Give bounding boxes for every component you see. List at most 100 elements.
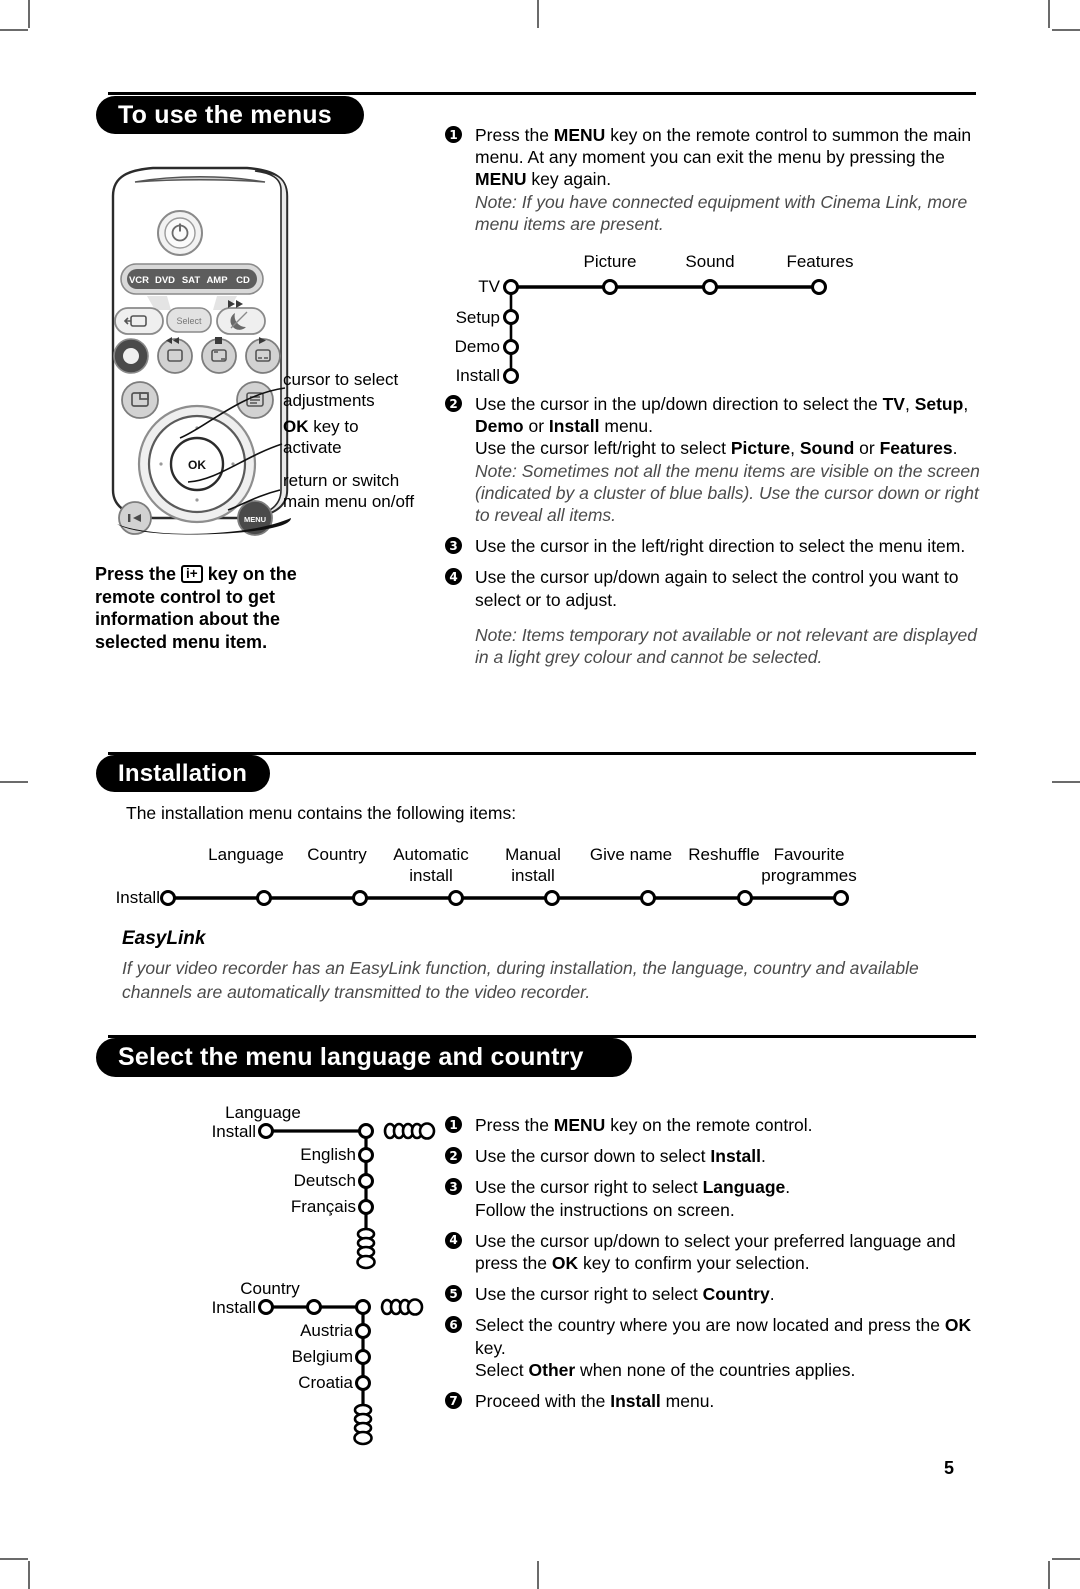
- install-item-2-l2: install: [409, 866, 452, 885]
- language-option-1: Deutsch: [294, 1171, 356, 1190]
- country-diagram: Country Install Austria Belgium Croatia: [98, 1272, 443, 1447]
- menu-step-1-text: Press the MENU key on the remote control…: [475, 125, 972, 190]
- language-step-3-number: 3: [445, 1178, 462, 1196]
- country-root-label: Install: [212, 1298, 256, 1317]
- diagram-label-demo: Demo: [455, 337, 500, 356]
- country-option-2: Croatia: [298, 1373, 353, 1392]
- section-header-menus-label: To use the menus: [118, 100, 332, 129]
- install-item-6-l2: programmes: [761, 866, 856, 885]
- install-item-1-l1: Country: [307, 845, 367, 864]
- menu-step-2-text: Use the cursor in the up/down direction …: [475, 394, 969, 459]
- easylink-text: If your video recorder has an EasyLink f…: [122, 958, 919, 1002]
- crop-mark-top-right-h: [1052, 29, 1080, 31]
- language-root-label: Install: [212, 1122, 256, 1141]
- menu-step-4-text: Use the cursor up/down again to select t…: [475, 567, 959, 610]
- crop-mark-top-left-v: [28, 0, 30, 28]
- callout-ok-line1: key to: [308, 417, 359, 436]
- language-branch-label: Language: [225, 1103, 301, 1122]
- language-step-7-text: Proceed with the Install menu.: [475, 1391, 715, 1412]
- language-step-2: 2 Use the cursor down to select Install.: [445, 1145, 985, 1167]
- install-root-label: Install: [116, 888, 160, 907]
- language-step-4-number: 4: [445, 1231, 462, 1249]
- language-step-1-text: Press the MENU key on the remote control…: [475, 1115, 813, 1135]
- menu-step-4: 4 Use the cursor up/down again to select…: [445, 566, 985, 668]
- easylink-heading: EasyLink: [122, 928, 206, 949]
- language-step-6-text: Select the country where you are now loc…: [475, 1315, 972, 1380]
- menu-step-3-text: Use the cursor in the left/right directi…: [475, 536, 966, 557]
- language-steps-list: 1 Press the MENU key on the remote contr…: [445, 1114, 985, 1412]
- crop-mark-bot-right-v: [1048, 1561, 1050, 1589]
- language-step-1-number: 1: [445, 1116, 462, 1133]
- diagram-label-install: Install: [456, 366, 500, 385]
- menu-step-1: 1 Press the MENU key on the remote contr…: [445, 124, 985, 235]
- install-item-2-l1: Automatic: [393, 845, 469, 864]
- language-step-5: 5 Use the cursor right to select Country…: [445, 1283, 985, 1305]
- install-item-3-l2: install: [511, 866, 554, 885]
- svg-text:DVD: DVD: [155, 275, 175, 286]
- menu-step-1-note: Note: If you have connected equipment wi…: [475, 191, 968, 234]
- language-diagram: Language Install English Deutsch Françai…: [98, 1096, 443, 1271]
- callout-menu-line1: return or switch: [283, 471, 400, 490]
- installation-diagram: Language Country Automatic install Manua…: [100, 836, 890, 916]
- country-branch-label: Country: [240, 1279, 300, 1298]
- menu-step-1-number: 1: [445, 126, 462, 143]
- svg-text:CD: CD: [236, 275, 250, 286]
- language-step-7-number: 7: [445, 1392, 462, 1410]
- menu-step-2: 2 Use the cursor in the up/down directio…: [445, 393, 985, 526]
- diagram-label-picture: Picture: [584, 252, 637, 271]
- diagram-label-setup: Setup: [456, 308, 500, 327]
- info-key-icon: i+: [181, 565, 203, 583]
- callout-cursor-line2: adjustments: [283, 390, 375, 410]
- language-step-4: 4 Use the cursor up/down to select your …: [445, 1230, 985, 1274]
- section-header-installation-label: Installation: [118, 759, 248, 787]
- callout-menu-line2: main menu on/off: [283, 491, 415, 511]
- section-rule-menus: [108, 92, 976, 95]
- menu-step-3-number: 3: [445, 537, 462, 555]
- diagram-label-tv: TV: [478, 277, 500, 296]
- crop-mark-bot-left-v: [28, 1561, 30, 1589]
- language-step-4-text: Use the cursor up/down to select your pr…: [475, 1230, 956, 1274]
- crop-mark-bot-right-h: [1052, 1558, 1080, 1560]
- info-key-note: Press the i+ key on the remote control t…: [95, 563, 350, 653]
- language-step-2-number: 2: [445, 1147, 462, 1165]
- crop-mark-top-right-v: [1048, 0, 1050, 28]
- language-step-5-text: Use the cursor right to select Country.: [475, 1284, 775, 1305]
- svg-text:Select: Select: [176, 316, 202, 326]
- section-header-installation: Installation: [96, 755, 270, 792]
- page-number: 5: [944, 1458, 955, 1478]
- install-item-4-l1: Give name: [590, 845, 672, 864]
- menu-step-3: 3 Use the cursor in the left/right direc…: [445, 535, 985, 557]
- section-header-language-label: Select the menu language and country: [118, 1043, 584, 1071]
- info-key-note-pre: Press the: [95, 564, 182, 584]
- section-header-menus: To use the menus: [96, 96, 364, 134]
- menu-step-2-number: 2: [445, 395, 462, 413]
- language-step-7: 7 Proceed with the Install menu.: [445, 1390, 985, 1412]
- language-step-3: 3 Use the cursor right to select Languag…: [445, 1176, 985, 1220]
- language-step-3-text: Use the cursor right to select Language.…: [475, 1177, 791, 1220]
- svg-text:VCR: VCR: [129, 275, 149, 286]
- language-step-1: 1 Press the MENU key on the remote contr…: [445, 1114, 985, 1136]
- crop-mark-top-left-h: [0, 29, 28, 31]
- callout-ok-key: OK: [283, 417, 309, 436]
- callout-ok-line2: activate: [283, 437, 342, 457]
- callout-ok: OK key to activate: [283, 417, 359, 458]
- menu-step-4-number: 4: [445, 568, 462, 586]
- language-option-0: English: [300, 1145, 356, 1164]
- language-step-2-text: Use the cursor down to select Install.: [475, 1146, 766, 1167]
- callout-cursor-line1: cursor to select: [283, 370, 399, 389]
- main-menu-diagram: Picture Sound Features TV Setup Demo Ins…: [445, 247, 985, 387]
- crop-mark-bot-center: [537, 1561, 539, 1589]
- menu-steps-list: 1 Press the MENU key on the remote contr…: [445, 124, 985, 668]
- language-step-5-number: 5: [445, 1285, 462, 1303]
- install-item-3-l1: Manual: [505, 845, 561, 864]
- language-option-2: Français: [291, 1197, 356, 1216]
- installation-intro: The installation menu contains the follo…: [126, 803, 517, 823]
- diagram-label-sound: Sound: [685, 252, 734, 271]
- callout-cursor: cursor to select adjustments: [283, 370, 398, 411]
- country-option-0: Austria: [300, 1321, 353, 1340]
- section-header-language: Select the menu language and country: [96, 1038, 632, 1077]
- crop-mark-mid-right: [1052, 781, 1080, 783]
- install-item-0-l1: Language: [208, 845, 284, 864]
- diagram-label-features: Features: [786, 252, 853, 271]
- svg-text:SAT: SAT: [182, 275, 200, 286]
